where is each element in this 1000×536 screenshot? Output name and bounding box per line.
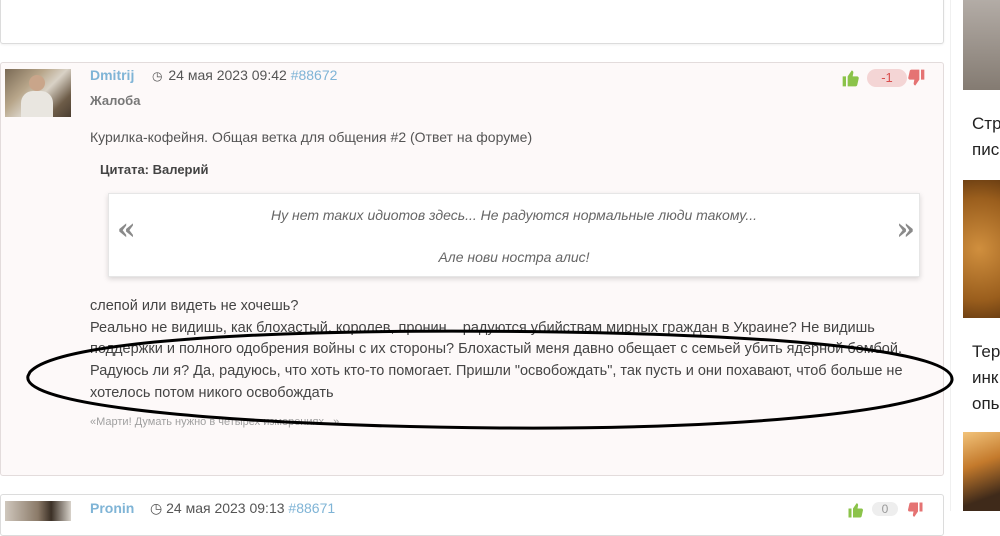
previous-post-card xyxy=(0,0,944,44)
post-body: слепой или видеть не хочешь? Реально не … xyxy=(90,296,935,405)
post-number-link[interactable]: #88671 xyxy=(288,500,335,516)
clock-icon: ◷ xyxy=(152,69,163,83)
thumbs-down-icon[interactable] xyxy=(906,68,926,90)
post-meta: ◷ 24 мая 2023 09:42 #88672 xyxy=(152,67,337,83)
sidebar-thumbnail[interactable] xyxy=(963,0,1000,90)
next-post-card xyxy=(0,494,944,536)
sidebar-link[interactable]: Стр пис xyxy=(972,111,1000,163)
body-line: Радуюсь ли я? Да, радуюсь, что хоть кто-… xyxy=(90,363,903,380)
sidebar-thumbnail[interactable] xyxy=(963,180,1000,318)
quote-block: « Ну нет таких идиотов здесь... Не радую… xyxy=(108,193,920,277)
quote-line: Ну нет таких идиотов здесь... Не радуютс… xyxy=(270,207,757,223)
avatar[interactable] xyxy=(5,501,71,521)
sidebar-link-text: Тер xyxy=(972,342,1000,361)
sidebar-link-text: инк xyxy=(972,368,999,387)
post-username[interactable]: Dmitrij xyxy=(90,67,134,83)
thumbs-up-icon[interactable] xyxy=(841,68,861,90)
body-line: Реально не видишь, как блохастый, короле… xyxy=(90,319,875,336)
sidebar-thumbnail[interactable] xyxy=(963,432,1000,511)
vote-score: -1 xyxy=(867,69,907,87)
thumbs-down-icon[interactable] xyxy=(906,501,924,524)
post-date: 24 мая 2023 09:42 xyxy=(168,67,287,83)
quote-author: Цитата: Валерий xyxy=(100,162,209,177)
body-line: хотелось потом никого освобождать xyxy=(90,384,334,401)
body-line: поддержки и полного одобрения войны с их… xyxy=(90,341,902,358)
thumbs-up-icon[interactable] xyxy=(847,501,865,524)
user-signature: «Марти! Думать нужно в четырех измерения… xyxy=(90,416,340,428)
quote-line: Але нови ностра алис! xyxy=(438,249,590,265)
quote-close-icon: » xyxy=(896,212,915,247)
post-number-link[interactable]: #88672 xyxy=(291,67,338,83)
body-line: слепой или видеть не хочешь? xyxy=(90,298,299,314)
sidebar-link-text: опь xyxy=(972,394,1000,413)
clock-icon: ◷ xyxy=(150,500,163,516)
post-date: 24 мая 2023 09:13 xyxy=(166,500,285,516)
sidebar-link[interactable]: Тер инк опь xyxy=(972,339,1000,417)
sidebar-divider xyxy=(950,0,951,511)
vote-score: 0 xyxy=(872,502,898,516)
avatar[interactable] xyxy=(5,69,71,117)
post-meta: ◷ 24 мая 2023 09:13 #88671 xyxy=(150,500,335,517)
sidebar-link-text: пис xyxy=(972,140,1000,159)
sidebar-link-text: Стр xyxy=(972,114,1000,133)
complaint-link[interactable]: Жалоба xyxy=(90,93,140,108)
topic-title[interactable]: Курилка-кофейня. Общая ветка для общения… xyxy=(90,129,532,145)
post-username[interactable]: Pronin xyxy=(90,500,134,516)
